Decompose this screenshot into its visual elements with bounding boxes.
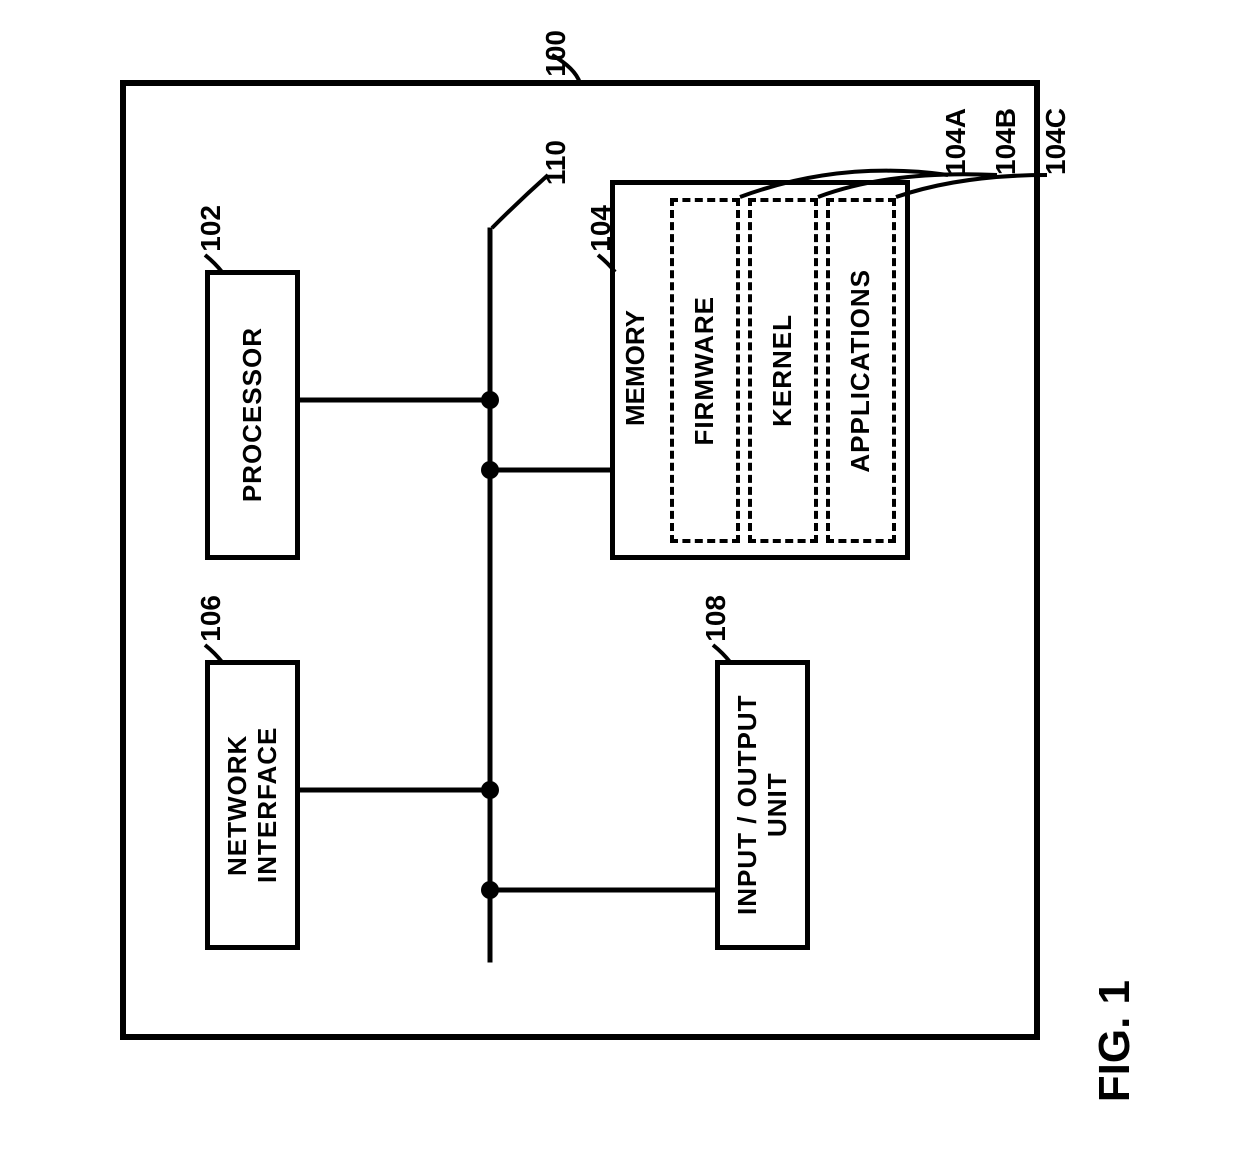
firmware-label: FIRMWARE	[690, 296, 720, 446]
figure-caption: FIG. 1	[1090, 980, 1140, 1102]
ref-100: 100	[540, 30, 572, 77]
io-unit-label: INPUT / OUTPUT UNIT	[733, 665, 793, 945]
ref-104B: 104B	[990, 108, 1022, 175]
kernel-label: KERNEL	[768, 314, 798, 427]
network-interface-block: NETWORK INTERFACE	[205, 660, 300, 950]
ref-108: 108	[700, 595, 732, 642]
kernel-block: KERNEL	[748, 198, 818, 543]
figure-1: PROCESSOR NETWORK INTERFACE MEMORY FIRMW…	[0, 0, 1240, 1171]
ref-104A: 104A	[940, 108, 972, 175]
network-interface-label: NETWORK INTERFACE	[223, 665, 283, 945]
memory-title: MEMORY	[620, 310, 651, 426]
processor-label: PROCESSOR	[238, 327, 268, 502]
applications-label: APPLICATIONS	[846, 269, 876, 473]
ref-102: 102	[195, 205, 227, 252]
processor-block: PROCESSOR	[205, 270, 300, 560]
firmware-block: FIRMWARE	[670, 198, 740, 543]
ref-104: 104	[585, 205, 617, 252]
ref-110: 110	[540, 140, 572, 185]
ref-104C: 104C	[1040, 108, 1072, 175]
applications-block: APPLICATIONS	[826, 198, 896, 543]
ref-106: 106	[195, 595, 227, 642]
io-unit-block: INPUT / OUTPUT UNIT	[715, 660, 810, 950]
